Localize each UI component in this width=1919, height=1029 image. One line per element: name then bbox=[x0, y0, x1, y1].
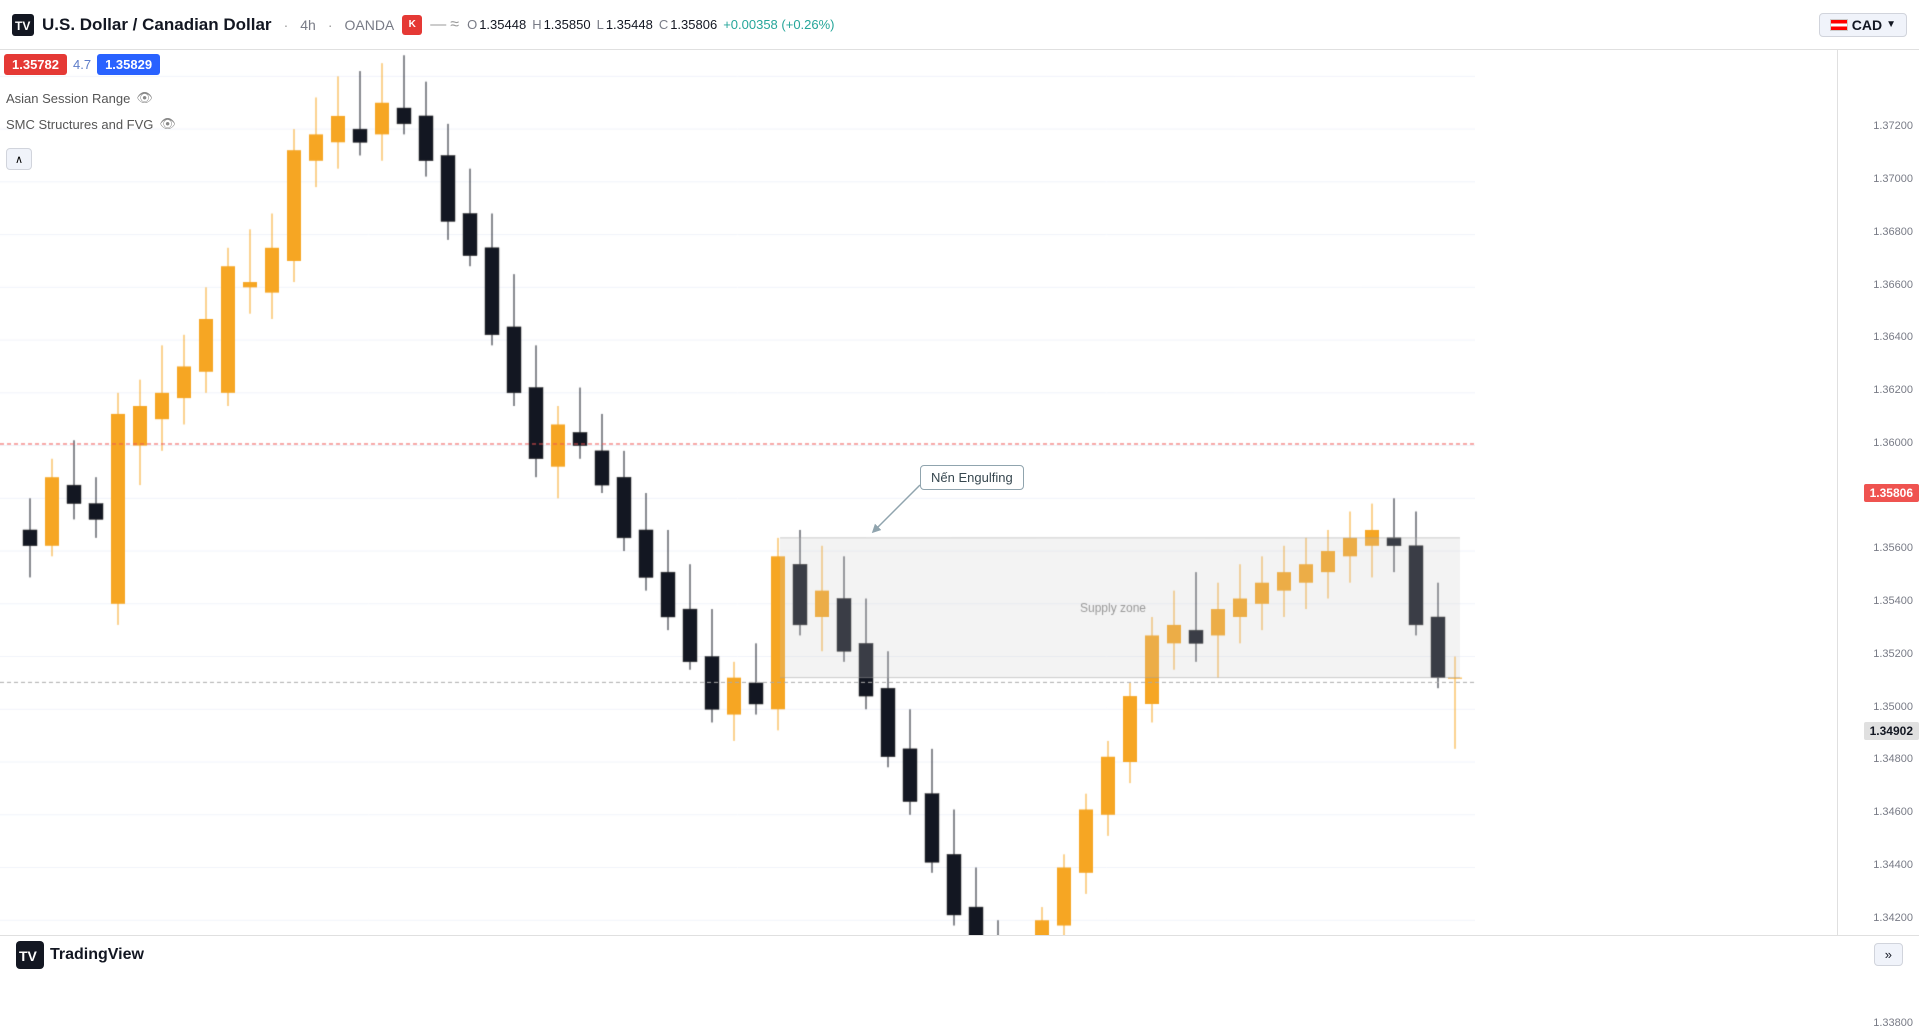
price-number: 4.7 bbox=[73, 57, 91, 72]
tradingview-logo: TV TradingView bbox=[16, 941, 144, 969]
current-price-grey: 1.34902 bbox=[1864, 722, 1919, 740]
price-tick: 1.34400 bbox=[1873, 859, 1913, 871]
candle-chart[interactable] bbox=[0, 50, 1475, 973]
eye-icon-smc[interactable]: 👁 bbox=[159, 116, 176, 132]
smc-structures-label: SMC Structures and FVG bbox=[6, 117, 153, 132]
currency-label: CAD bbox=[1852, 17, 1882, 33]
price-tick: 1.36800 bbox=[1873, 226, 1913, 238]
flag-icon bbox=[1830, 19, 1848, 31]
tradingview-text: TradingView bbox=[50, 946, 144, 964]
wave-icon[interactable]: ≈ bbox=[450, 16, 459, 34]
currency-selector[interactable]: CAD ▼ bbox=[1819, 13, 1907, 37]
high-label: H bbox=[532, 17, 541, 32]
chevron-up-icon: ∧ bbox=[15, 153, 23, 166]
asian-session-label: Asian Session Range bbox=[6, 91, 130, 106]
price-tick: 1.36600 bbox=[1873, 279, 1913, 291]
bottom-bar: TV TradingView » bbox=[0, 935, 1919, 973]
timeframe-label: 4h bbox=[300, 17, 316, 33]
high-value: 1.35850 bbox=[544, 17, 591, 32]
chart-header: TV U.S. Dollar / Canadian Dollar · 4h · … bbox=[0, 0, 1919, 50]
svg-text:TV: TV bbox=[19, 948, 38, 964]
collapse-indicators-button[interactable]: ∧ bbox=[6, 148, 32, 170]
change-value: +0.00358 (+0.26%) bbox=[723, 17, 834, 32]
close-value: 1.35806 bbox=[670, 17, 717, 32]
price-badge-container: 1.35782 4.7 1.35829 bbox=[4, 54, 160, 75]
price-tick: 1.35200 bbox=[1873, 648, 1913, 660]
pair-title: U.S. Dollar / Canadian Dollar bbox=[42, 15, 272, 35]
smc-structures-indicator: SMC Structures and FVG 👁 bbox=[6, 116, 176, 132]
open-label: O bbox=[467, 17, 477, 32]
red-price-label: 1.35782 bbox=[4, 54, 67, 75]
price-tick: 1.34800 bbox=[1873, 753, 1913, 765]
eye-icon-asian[interactable]: 👁 bbox=[136, 90, 153, 106]
broker-icon: K bbox=[402, 15, 422, 35]
price-axis: 1.37200 1.37000 1.36800 1.36600 1.36400 1.362… bbox=[1837, 50, 1919, 973]
svg-text:TV: TV bbox=[15, 19, 30, 33]
current-price-orange: 1.35806 bbox=[1864, 484, 1919, 502]
price-tick: 1.34200 bbox=[1873, 912, 1913, 924]
price-tick: 1.37000 bbox=[1873, 173, 1913, 185]
broker-label: OANDA bbox=[344, 17, 394, 33]
open-value: 1.35448 bbox=[479, 17, 526, 32]
price-tick: 1.36400 bbox=[1873, 331, 1913, 343]
chart-type-icons: — ≈ bbox=[430, 16, 459, 34]
close-label: C bbox=[659, 17, 668, 32]
price-tick: 1.33800 bbox=[1873, 1017, 1913, 1029]
header-right: CAD ▼ bbox=[1819, 13, 1907, 37]
low-label: L bbox=[597, 17, 604, 32]
price-tick: 1.36000 bbox=[1873, 437, 1913, 449]
engulfing-arrow bbox=[850, 475, 930, 555]
tv-logo-icon: TV bbox=[12, 14, 34, 36]
asian-session-indicator: Asian Session Range 👁 bbox=[6, 90, 153, 106]
minus-icon[interactable]: — bbox=[430, 16, 446, 34]
price-tick: 1.35000 bbox=[1873, 701, 1913, 713]
tv-logo-svg: TV bbox=[16, 941, 44, 969]
engulfing-annotation-label: Nến Engulfing bbox=[920, 465, 1024, 490]
price-tick: 1.36200 bbox=[1873, 384, 1913, 396]
price-tick: 1.35600 bbox=[1873, 542, 1913, 554]
blue-price-label: 1.35829 bbox=[97, 54, 160, 75]
price-tick: 1.34600 bbox=[1873, 806, 1913, 818]
low-value: 1.35448 bbox=[606, 17, 653, 32]
chevron-down-icon: ▼ bbox=[1886, 19, 1896, 30]
price-tick: 1.37200 bbox=[1873, 120, 1913, 132]
ohlc-data: O 1.35448 H 1.35850 L 1.35448 C 1.35806 … bbox=[467, 17, 834, 32]
chart-area: Nến Engulfing bbox=[0, 50, 1475, 973]
expand-button[interactable]: » bbox=[1874, 943, 1903, 966]
price-tick: 1.35400 bbox=[1873, 595, 1913, 607]
